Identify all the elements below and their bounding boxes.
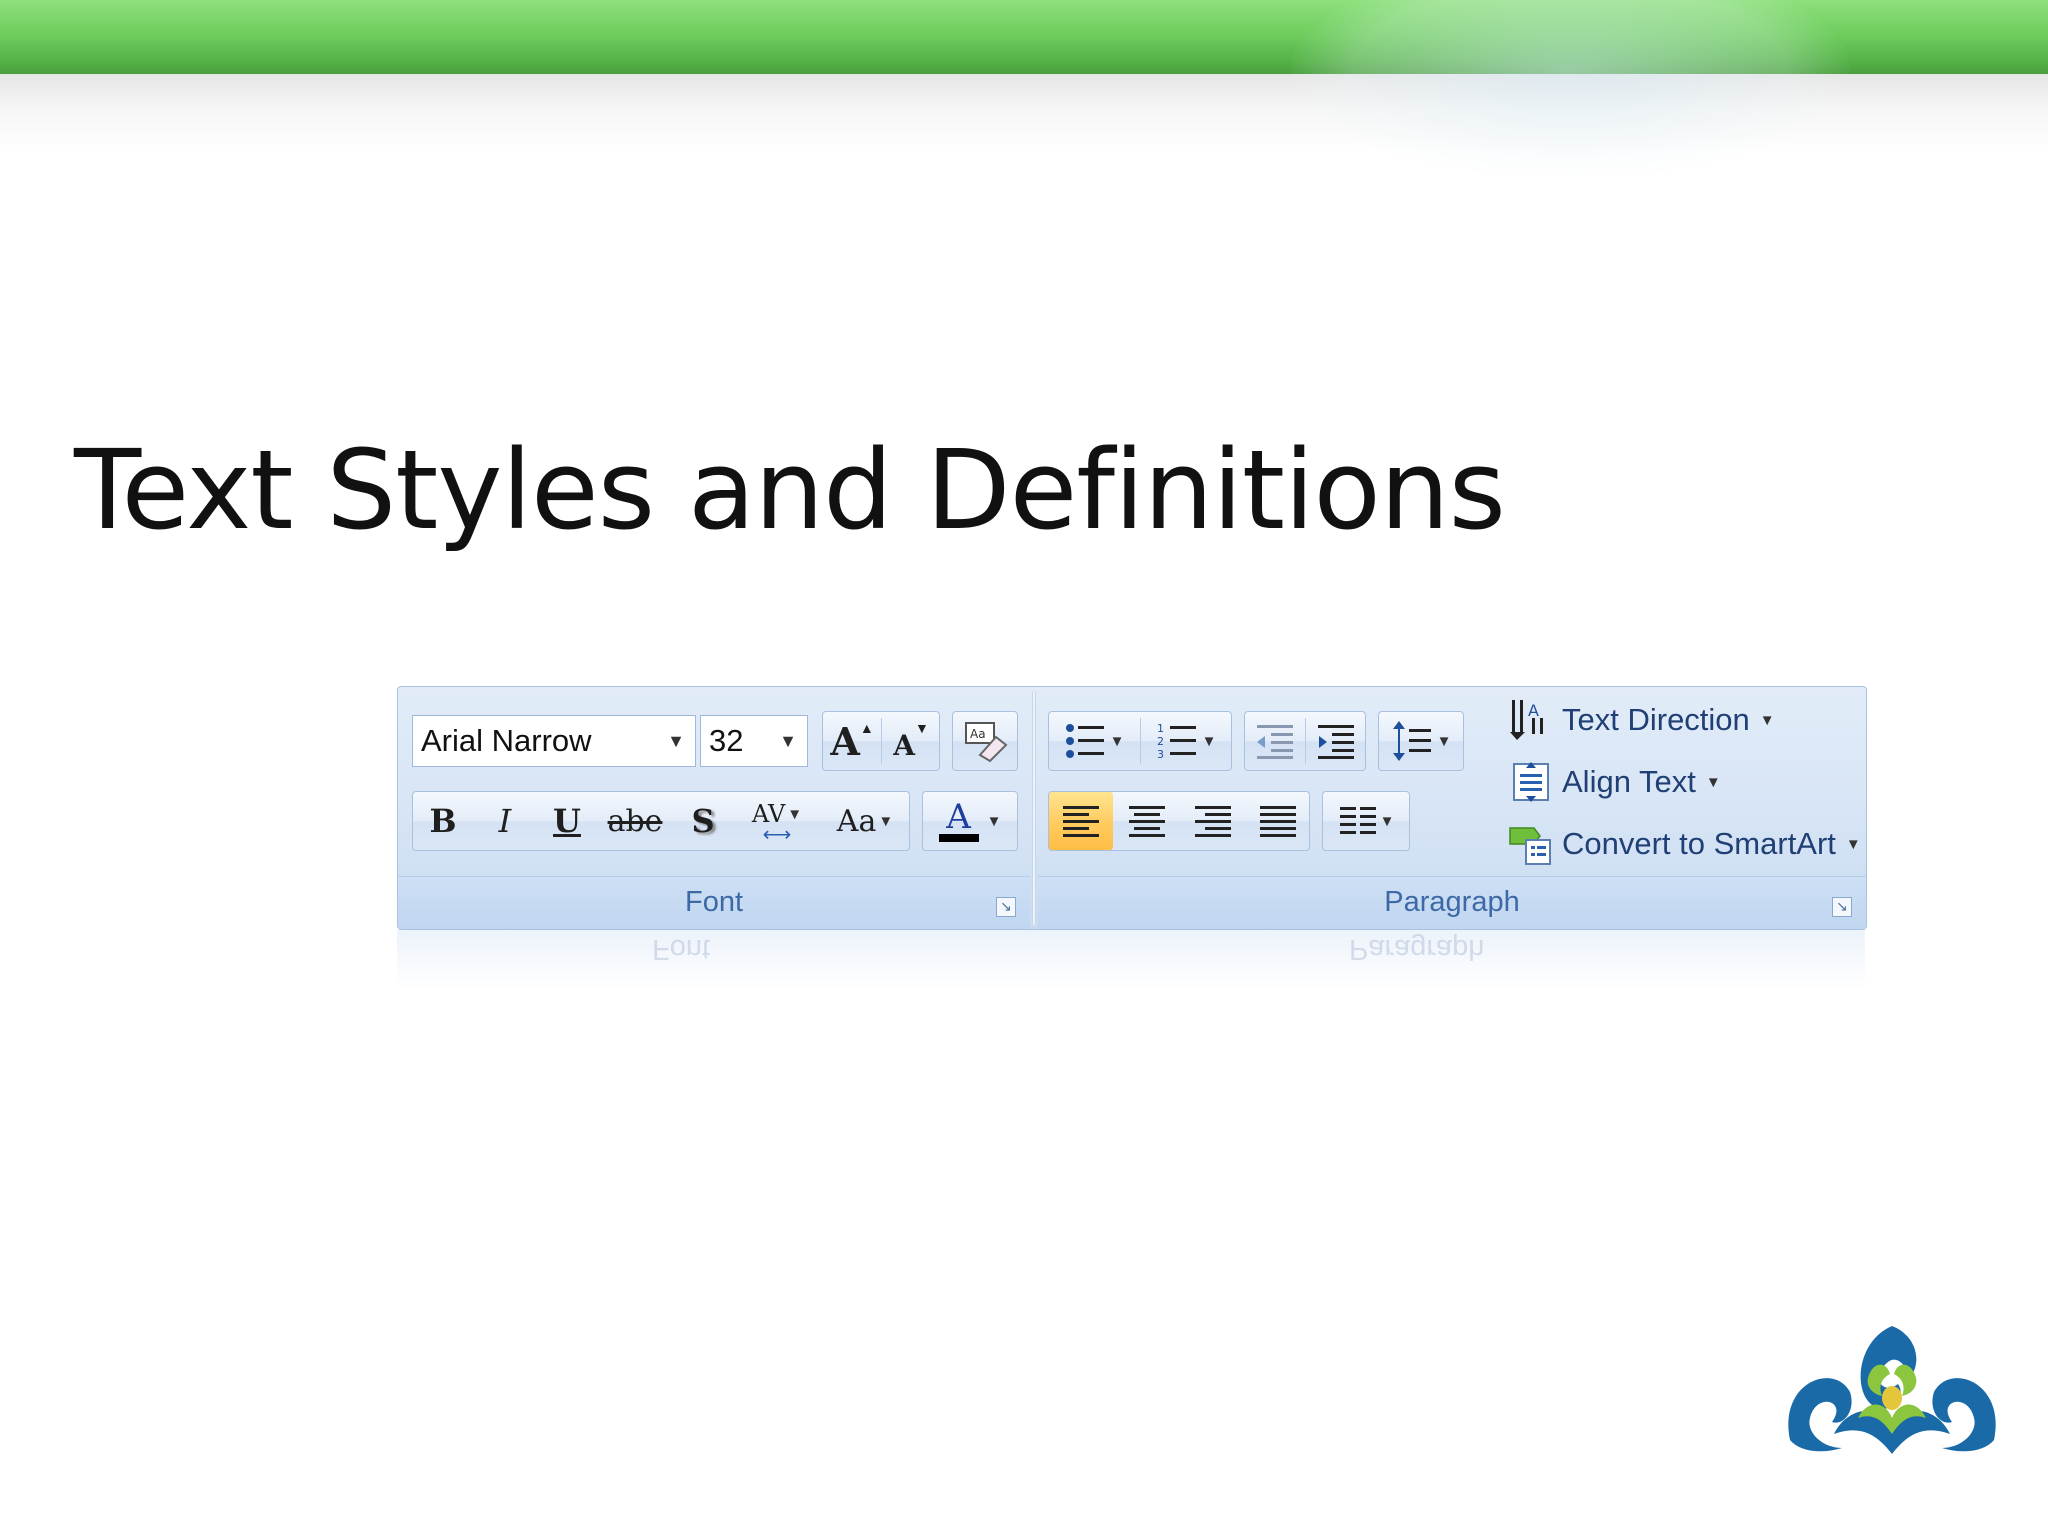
convert-to-smartart-dropdown-icon: ▼ bbox=[1845, 835, 1861, 853]
italic-icon: I bbox=[498, 802, 512, 840]
align-right-icon bbox=[1195, 805, 1231, 837]
shrink-font-button[interactable]: A ▼ bbox=[882, 712, 940, 770]
font-color-group: A ▼ bbox=[922, 791, 1018, 851]
font-group: Arial Narrow ▼ 32 ▼ A ▲ A ▼ Aa B I U abe… bbox=[398, 687, 1030, 929]
shadow-icon: S bbox=[691, 802, 715, 840]
change-case-button[interactable]: Aa ▼ bbox=[821, 792, 909, 850]
smartart-icon bbox=[1508, 822, 1552, 866]
svg-text:A: A bbox=[1528, 701, 1539, 720]
reflection-font-label: Font bbox=[652, 933, 711, 965]
list-buttons: ▼ 1 2 3 ▼ bbox=[1048, 711, 1232, 771]
font-size-value: 32 bbox=[709, 723, 744, 758]
align-left-icon bbox=[1063, 805, 1099, 837]
font-name-value: Arial Narrow bbox=[421, 723, 592, 758]
justify-button[interactable] bbox=[1247, 792, 1309, 850]
text-direction-command[interactable]: A Text Direction ▼ bbox=[1508, 695, 1775, 745]
strikethrough-icon: abe bbox=[607, 803, 663, 839]
align-center-icon bbox=[1129, 805, 1165, 837]
strikethrough-button[interactable]: abe bbox=[599, 792, 671, 850]
svg-text:Aa: Aa bbox=[970, 727, 986, 741]
align-text-command[interactable]: Align Text ▼ bbox=[1508, 757, 1721, 807]
font-dialog-launcher-icon[interactable]: ↘ bbox=[996, 897, 1016, 917]
slide-title: Text Styles and Definitions bbox=[74, 426, 1506, 554]
bold-icon: B bbox=[429, 802, 457, 840]
font-color-swatch bbox=[938, 834, 979, 842]
line-spacing-button[interactable]: ▼ bbox=[1379, 712, 1463, 770]
convert-to-smartart-label: Convert to SmartArt bbox=[1562, 826, 1836, 861]
underline-button[interactable]: U bbox=[537, 792, 597, 850]
text-direction-label: Text Direction bbox=[1562, 702, 1750, 737]
svg-text:1: 1 bbox=[1157, 722, 1164, 735]
font-size-combo[interactable]: 32 ▼ bbox=[700, 715, 808, 767]
underline-icon: U bbox=[553, 802, 581, 840]
font-format-buttons: B I U abe S AV ▼ ⟷ Aa ▼ bbox=[412, 791, 910, 851]
font-name-combo[interactable]: Arial Narrow ▼ bbox=[412, 715, 696, 767]
clear-formatting-group: Aa bbox=[952, 711, 1018, 771]
font-group-label: Font bbox=[398, 876, 1030, 929]
align-left-button[interactable] bbox=[1049, 792, 1113, 850]
paragraph-group-label: Paragraph bbox=[1038, 876, 1866, 929]
increase-indent-icon bbox=[1318, 725, 1354, 759]
numbering-button[interactable]: 1 2 3 ▼ bbox=[1141, 712, 1231, 770]
grow-font-icon: A bbox=[830, 718, 860, 764]
line-spacing-group: ▼ bbox=[1378, 711, 1464, 771]
font-name-dropdown-icon[interactable]: ▼ bbox=[667, 716, 685, 766]
font-color-button[interactable]: A ▼ bbox=[923, 792, 1017, 850]
columns-group: ▼ bbox=[1322, 791, 1410, 851]
align-center-button[interactable] bbox=[1115, 792, 1179, 850]
paragraph-dialog-launcher-icon[interactable]: ↘ bbox=[1832, 897, 1852, 917]
reflection-paragraph-label: Paragraph bbox=[1349, 933, 1485, 965]
columns-button[interactable]: ▼ bbox=[1323, 792, 1409, 850]
shrink-font-icon: A bbox=[893, 728, 915, 762]
numbering-icon: 1 2 3 bbox=[1157, 722, 1196, 761]
increase-indent-button[interactable] bbox=[1306, 712, 1366, 770]
italic-button[interactable]: I bbox=[475, 792, 535, 850]
group-separator bbox=[1032, 691, 1036, 925]
alignment-buttons bbox=[1048, 791, 1310, 851]
bullets-button[interactable]: ▼ bbox=[1049, 712, 1139, 770]
align-text-icon bbox=[1508, 760, 1552, 804]
company-logo bbox=[1788, 1326, 1996, 1454]
indent-buttons bbox=[1244, 711, 1366, 771]
change-case-icon: Aa bbox=[836, 803, 877, 839]
align-text-label: Align Text bbox=[1562, 764, 1696, 799]
font-size-buttons: A ▲ A ▼ bbox=[822, 711, 940, 771]
text-direction-icon: A bbox=[1508, 698, 1552, 742]
svg-text:2: 2 bbox=[1157, 735, 1164, 748]
clear-formatting-button[interactable]: Aa bbox=[953, 712, 1017, 770]
columns-icon bbox=[1339, 807, 1376, 834]
decrease-indent-icon bbox=[1257, 725, 1293, 759]
decrease-indent-button[interactable] bbox=[1245, 712, 1305, 770]
character-spacing-button[interactable]: AV ▼ ⟷ bbox=[735, 792, 819, 850]
bullets-icon bbox=[1065, 724, 1104, 758]
grow-font-button[interactable]: A ▲ bbox=[823, 712, 881, 770]
ribbon-reflection: Font Paragraph bbox=[397, 930, 1865, 990]
line-spacing-icon bbox=[1392, 721, 1431, 761]
convert-to-smartart-command[interactable]: Convert to SmartArt ▼ bbox=[1508, 819, 1861, 869]
text-direction-dropdown-icon: ▼ bbox=[1759, 711, 1775, 729]
align-text-dropdown-icon: ▼ bbox=[1705, 773, 1721, 791]
ribbon-screenshot: Arial Narrow ▼ 32 ▼ A ▲ A ▼ Aa B I U abe… bbox=[397, 686, 1867, 930]
paragraph-group: ▼ 1 2 3 ▼ ▼ ▼ A Text Direction ▼ Align T… bbox=[1038, 687, 1866, 929]
align-right-button[interactable] bbox=[1181, 792, 1245, 850]
shadow-button[interactable]: S bbox=[673, 792, 733, 850]
justify-icon bbox=[1260, 805, 1296, 837]
bold-button[interactable]: B bbox=[413, 792, 473, 850]
font-color-icon: A bbox=[946, 797, 971, 837]
font-size-dropdown-icon[interactable]: ▼ bbox=[779, 716, 797, 766]
svg-text:3: 3 bbox=[1157, 748, 1164, 761]
clear-formatting-icon: Aa bbox=[965, 722, 1008, 763]
